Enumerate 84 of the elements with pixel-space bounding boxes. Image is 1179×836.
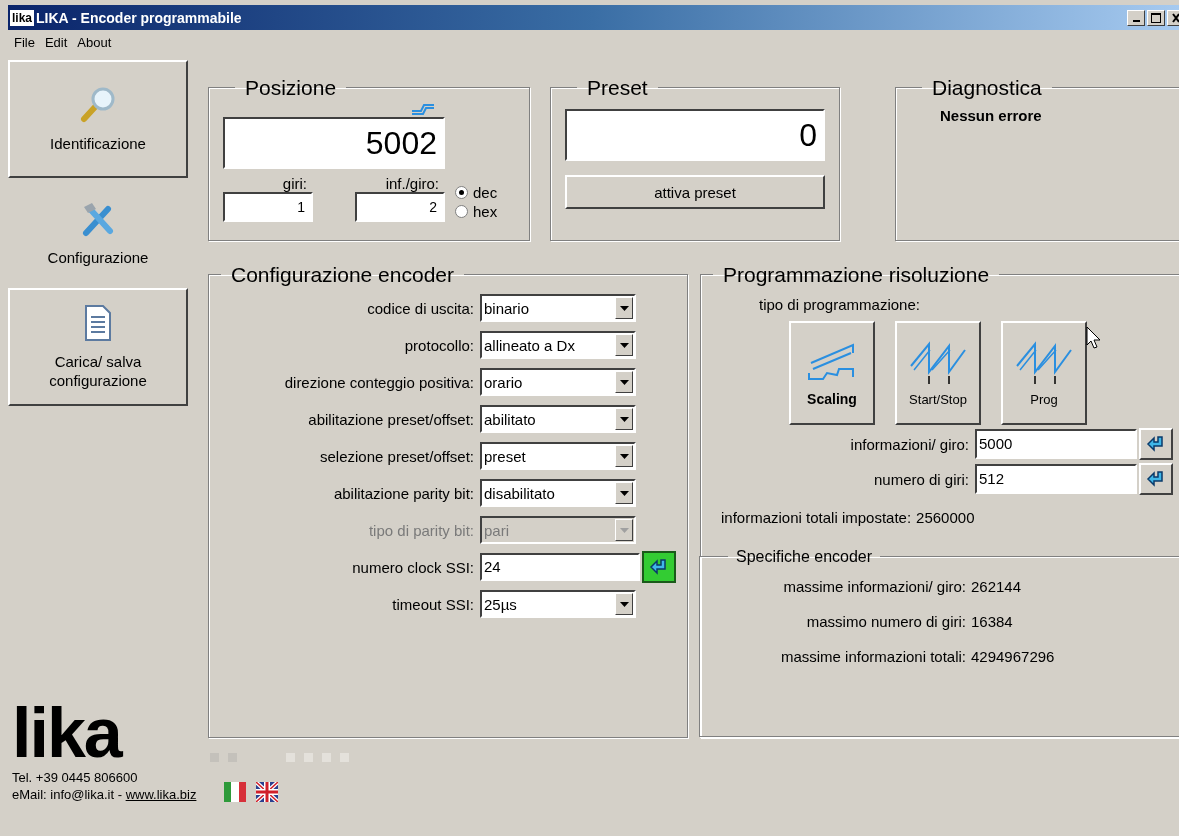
- field-label: selezione preset/offset:: [319, 447, 475, 465]
- sidebar-item[interactable]: Identificazione: [8, 60, 188, 178]
- menu-item[interactable]: File: [14, 35, 35, 53]
- turns-field[interactable]: 1: [223, 192, 313, 223]
- dropdown[interactable]: 25µs: [480, 590, 636, 619]
- confirm-button[interactable]: [642, 551, 676, 584]
- close-button[interactable]: [1167, 9, 1179, 26]
- sidebar-item[interactable]: Carica/ salva configurazione: [8, 288, 188, 406]
- diagnostics-message: Nessun errore: [939, 107, 1043, 125]
- menu-item[interactable]: Edit: [44, 35, 68, 53]
- dropdown[interactable]: disabilitato: [480, 479, 636, 508]
- enter-arrow-icon: [1146, 435, 1166, 454]
- field-label: abilitazione parity bit:: [332, 484, 475, 502]
- sawtooth-graph-icon: [1015, 339, 1073, 384]
- radix-radio[interactable]: hex: [455, 203, 498, 221]
- dropdown[interactable]: preset: [480, 442, 636, 471]
- dropdown-arrow-icon: [619, 527, 629, 533]
- dropdown-arrow-icon: [619, 305, 629, 311]
- spec-value: 262144: [971, 577, 1022, 595]
- logo: lika: [11, 698, 121, 768]
- programming-type-button[interactable]: Prog: [1001, 321, 1087, 426]
- enter-arrow-icon: [649, 558, 669, 577]
- info-per-turn-field[interactable]: 2: [355, 192, 445, 223]
- close-icon: [1172, 12, 1179, 23]
- field-label: abilitazione preset/offset:: [307, 410, 475, 428]
- panel-title: Preset: [586, 76, 649, 100]
- field-label: timeout SSI:: [391, 595, 475, 613]
- turns-label: giri:: [281, 175, 308, 193]
- dropdown-arrow-icon: [619, 379, 629, 385]
- dropdown[interactable]: orario: [480, 368, 636, 397]
- enter-arrow-icon: [1146, 470, 1166, 489]
- programming-type-label: tipo di programmazione:: [758, 296, 921, 314]
- uk-flag-icon[interactable]: [256, 781, 279, 802]
- spec-label: massime informazioni totali:: [779, 647, 967, 665]
- field-label: codice di uscita:: [366, 299, 475, 317]
- programming-type-button[interactable]: Scaling: [789, 321, 875, 426]
- mouse-pointer-icon: [1086, 326, 1102, 351]
- radix-radio[interactable]: dec: [455, 184, 498, 202]
- spec-label: massime informazioni/ giro:: [782, 577, 967, 595]
- input-field[interactable]: 24: [480, 553, 640, 582]
- dropdown-arrow-icon: [619, 342, 629, 348]
- dropdown[interactable]: allineato a Dx: [480, 331, 636, 360]
- window-title: LIKA - Encoder programmabile: [36, 9, 242, 26]
- input-field[interactable]: 512: [975, 464, 1137, 495]
- field-label: protocollo:: [403, 336, 475, 354]
- phone-text: Tel. +39 0445 806600: [12, 770, 139, 787]
- menu-item[interactable]: About: [77, 35, 112, 53]
- minimize-button[interactable]: [1127, 9, 1145, 26]
- dropdown-arrow-icon: [619, 490, 629, 496]
- field-label: tipo di parity bit:: [367, 521, 475, 539]
- maximize-button[interactable]: [1147, 9, 1165, 26]
- panel-title: Diagnostica: [931, 76, 1043, 100]
- activate-preset-button[interactable]: attiva preset: [565, 175, 825, 210]
- field-label: informazioni/ giro:: [849, 435, 970, 453]
- programming-type-button[interactable]: Start/Stop: [895, 321, 981, 426]
- email-text: eMail: info@lika.it - www.lika.biz: [12, 786, 197, 804]
- minimize-icon: [1132, 20, 1140, 22]
- dropdown[interactable]: binario: [480, 294, 636, 323]
- field-label: numero di giri:: [872, 470, 970, 488]
- total-value: 2560000: [916, 509, 975, 527]
- info-per-turn-label: inf./giro:: [384, 175, 440, 193]
- app-icon: lika: [10, 9, 34, 26]
- preset-value-field[interactable]: 0: [565, 109, 825, 162]
- spec-label: massimo numero di giri:: [805, 612, 967, 630]
- input-field[interactable]: 5000: [975, 429, 1137, 460]
- italian-flag-icon[interactable]: [224, 781, 247, 802]
- position-value-field[interactable]: 5002: [223, 117, 445, 170]
- website-link[interactable]: www.lika.biz: [125, 786, 197, 802]
- sawtooth-graph-icon: [909, 339, 967, 384]
- spec-value: 16384: [971, 612, 1013, 630]
- step-signal-icon: [411, 103, 435, 116]
- maximize-icon: [1151, 12, 1161, 23]
- dropdown[interactable]: abilitato: [480, 405, 636, 434]
- panel-title: Specifiche encoder: [735, 548, 874, 566]
- field-label: numero clock SSI:: [351, 558, 475, 576]
- dropdown-arrow-icon: [619, 416, 629, 422]
- dropdown-arrow-icon: [619, 453, 629, 459]
- panel-title: Configurazione encoder: [230, 263, 455, 287]
- field-label: direzione conteggio positiva:: [283, 373, 475, 391]
- panel-title: Programmazione risoluzione: [722, 263, 991, 287]
- dropdown-arrow-icon: [619, 601, 629, 607]
- panel-title: Posizione: [244, 76, 338, 100]
- spec-value: 4294967296: [971, 647, 1055, 665]
- total-label: informazioni totali impostate:: [721, 509, 912, 527]
